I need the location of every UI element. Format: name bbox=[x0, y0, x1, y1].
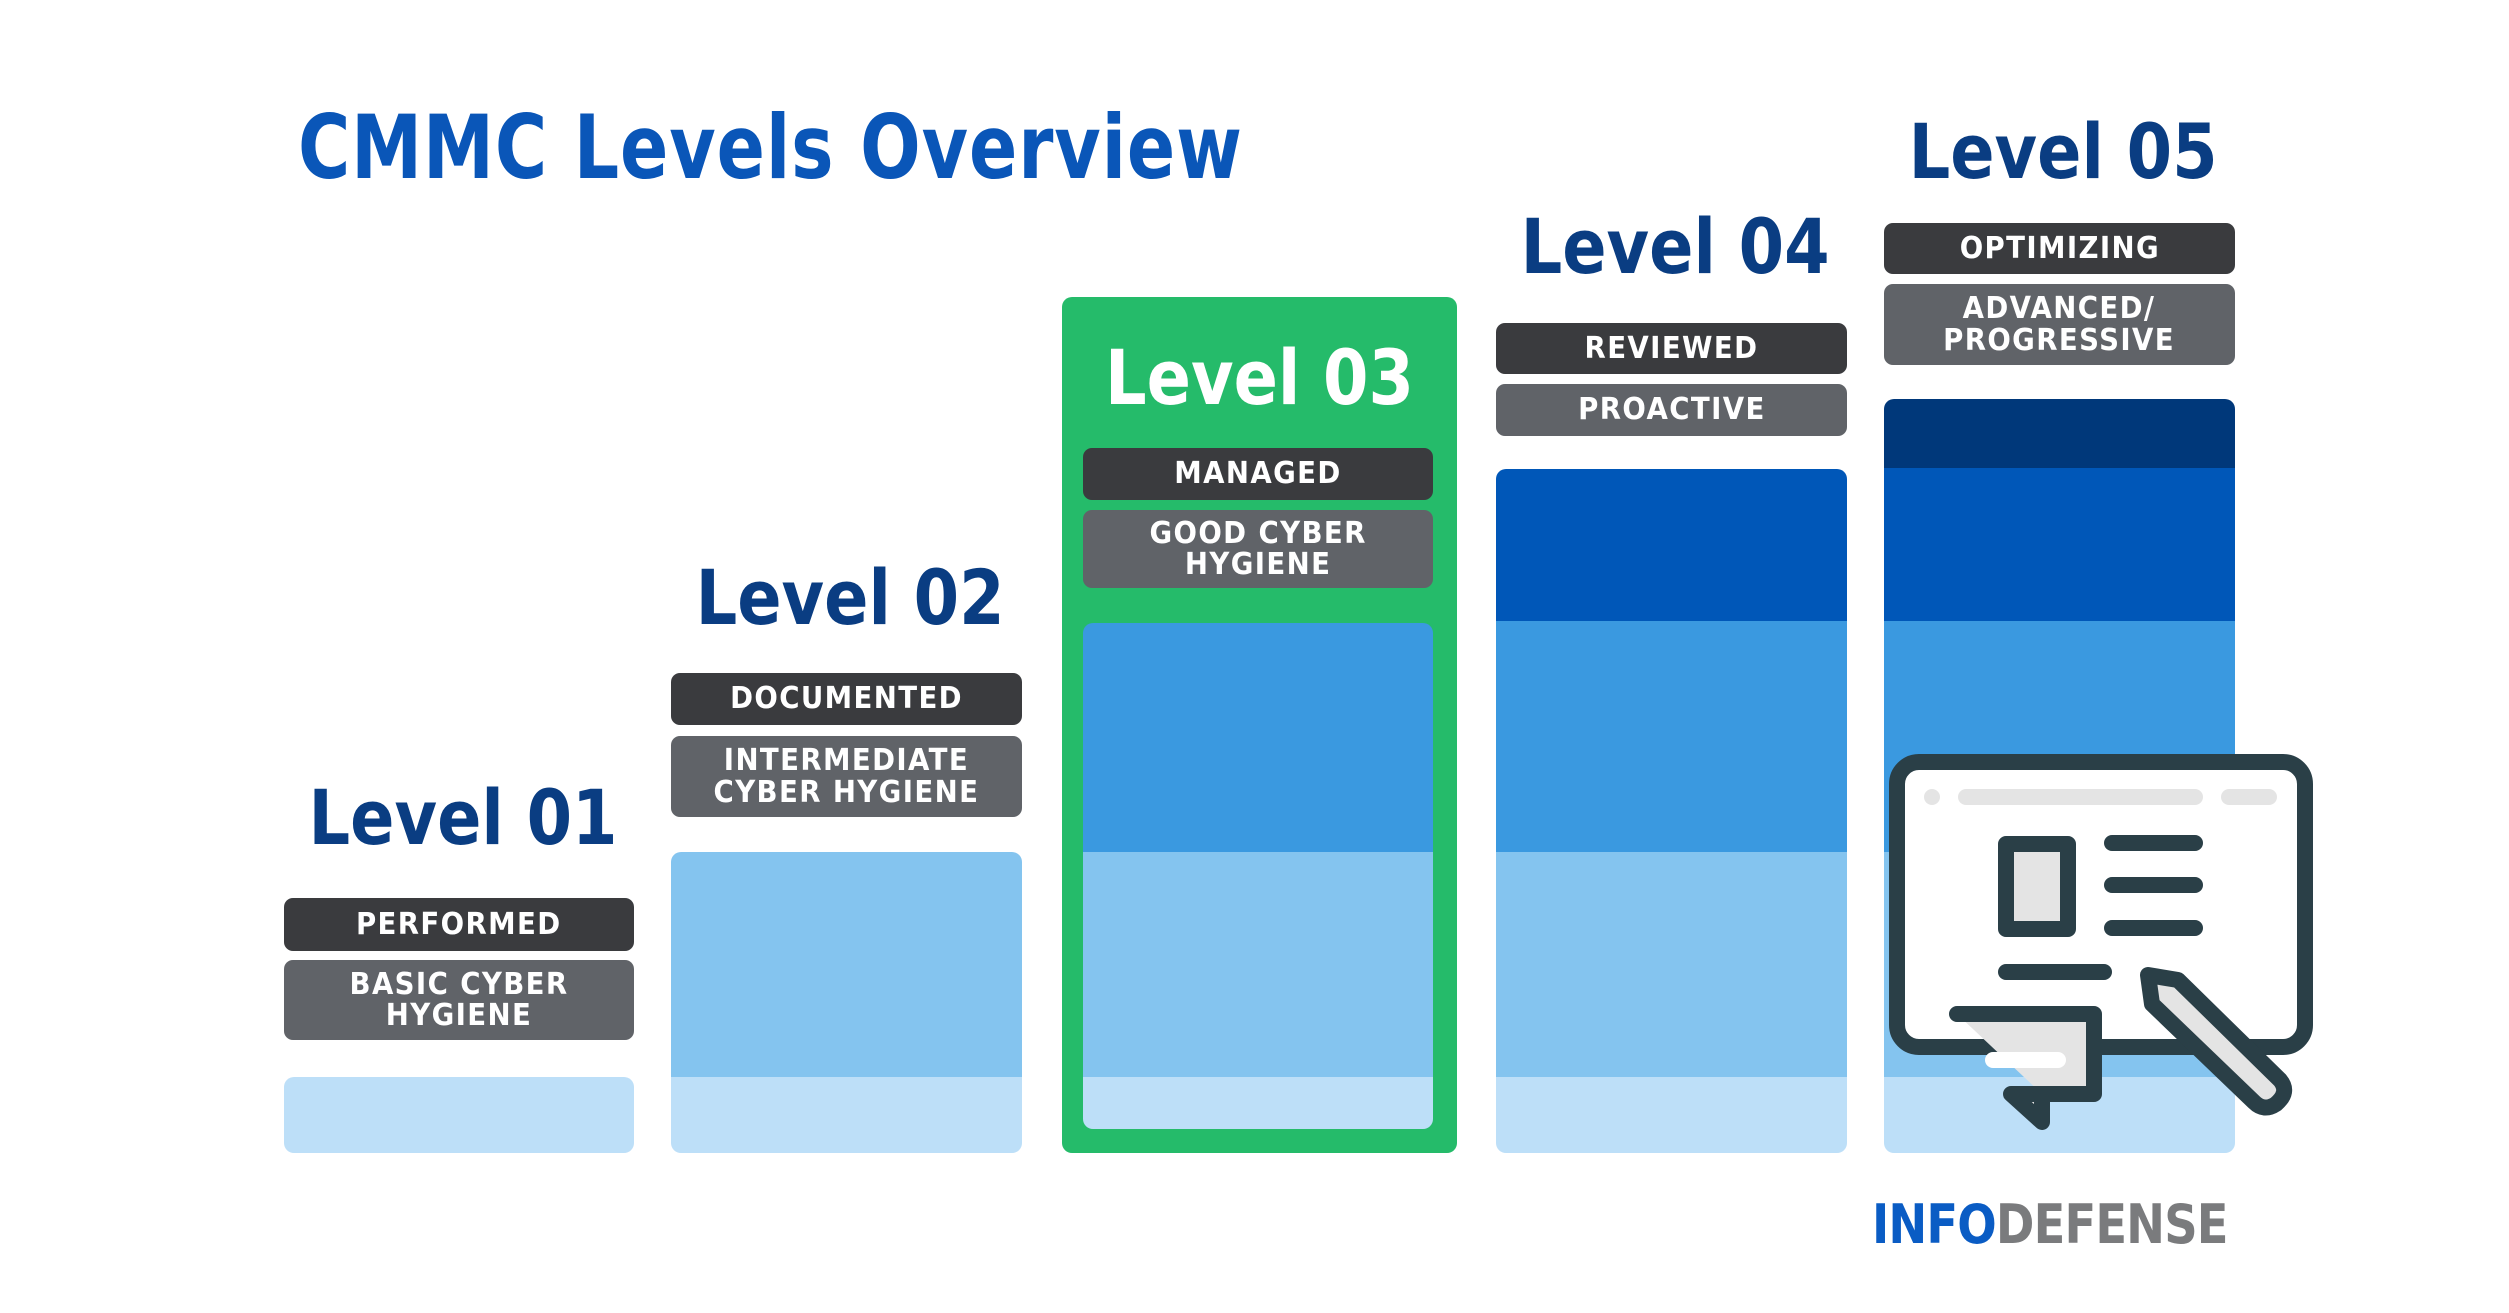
tier-3-segment bbox=[1884, 621, 2235, 852]
level-03-title: Level 03 bbox=[1104, 333, 1415, 422]
level-05-process-label: OPTIMIZING bbox=[1959, 230, 2160, 266]
level-02-title: Level 02 bbox=[695, 553, 1005, 642]
page-title: CMMC Levels Overview bbox=[298, 96, 1243, 199]
tier-4-segment bbox=[1884, 468, 2235, 621]
level-01-title: Level 01 bbox=[308, 773, 618, 862]
level-04-process-label: REVIEWED bbox=[1584, 330, 1759, 366]
tier-4-segment bbox=[1496, 469, 1847, 621]
level-03-practice-badge: GOOD CYBER HYGIENE bbox=[1083, 510, 1433, 588]
level-01-process-badge: PERFORMED bbox=[284, 898, 634, 951]
level-05-practice-label: ADVANCED/ PROGRESSIVE bbox=[1943, 291, 2176, 358]
level-02-practice-label: INTERMEDIATE CYBER HYGIENE bbox=[713, 743, 980, 810]
level-01-practice-badge: BASIC CYBER HYGIENE bbox=[284, 960, 634, 1040]
level-01-practice-label: BASIC CYBER HYGIENE bbox=[349, 966, 569, 1033]
level-04-practice-badge: PROACTIVE bbox=[1496, 384, 1847, 436]
level-03-bar bbox=[1083, 623, 1433, 1129]
tier-2-segment bbox=[1496, 852, 1847, 1077]
tier-2-segment bbox=[671, 852, 1022, 1077]
tier-1-segment bbox=[1083, 1077, 1433, 1129]
level-03-process-badge: MANAGED bbox=[1083, 448, 1433, 500]
level-05-title: Level 05 bbox=[1908, 107, 2218, 196]
tier-1-segment bbox=[671, 1077, 1022, 1153]
tier-1-segment bbox=[1884, 1077, 2235, 1153]
level-05-process-badge: OPTIMIZING bbox=[1884, 223, 2235, 274]
tier-5-segment bbox=[1884, 399, 2235, 468]
level-04-title: Level 04 bbox=[1520, 202, 1830, 291]
level-01-process-label: PERFORMED bbox=[356, 906, 562, 942]
level-05-bar bbox=[1884, 399, 2235, 1153]
tier-3-segment bbox=[1496, 621, 1847, 852]
level-04-bar bbox=[1496, 469, 1847, 1153]
level-02-practice-badge: INTERMEDIATE CYBER HYGIENE bbox=[671, 736, 1022, 817]
tier-3-segment bbox=[1083, 623, 1433, 852]
level-02-process-label: DOCUMENTED bbox=[730, 681, 963, 717]
tier-2-segment bbox=[1884, 852, 2235, 1077]
level-02-process-badge: DOCUMENTED bbox=[671, 673, 1022, 725]
tier-1-segment bbox=[284, 1077, 634, 1153]
logo-part-info: INFO bbox=[1872, 1193, 1997, 1256]
logo-part-defense: DEFENSE bbox=[1995, 1193, 2229, 1256]
level-05-practice-badge: ADVANCED/ PROGRESSIVE bbox=[1884, 284, 2235, 365]
level-02-bar bbox=[671, 852, 1022, 1153]
level-04-process-badge: REVIEWED bbox=[1496, 323, 1847, 374]
infodefense-logo: INFODEFENSE bbox=[1872, 1193, 2229, 1256]
level-01-bar bbox=[284, 1077, 634, 1153]
level-03-practice-label: GOOD CYBER HYGIENE bbox=[1149, 515, 1367, 582]
tier-2-segment bbox=[1083, 852, 1433, 1077]
level-04-practice-label: PROACTIVE bbox=[1577, 392, 1766, 428]
tier-1-segment bbox=[1496, 1077, 1847, 1153]
level-03-process-label: MANAGED bbox=[1174, 456, 1342, 492]
